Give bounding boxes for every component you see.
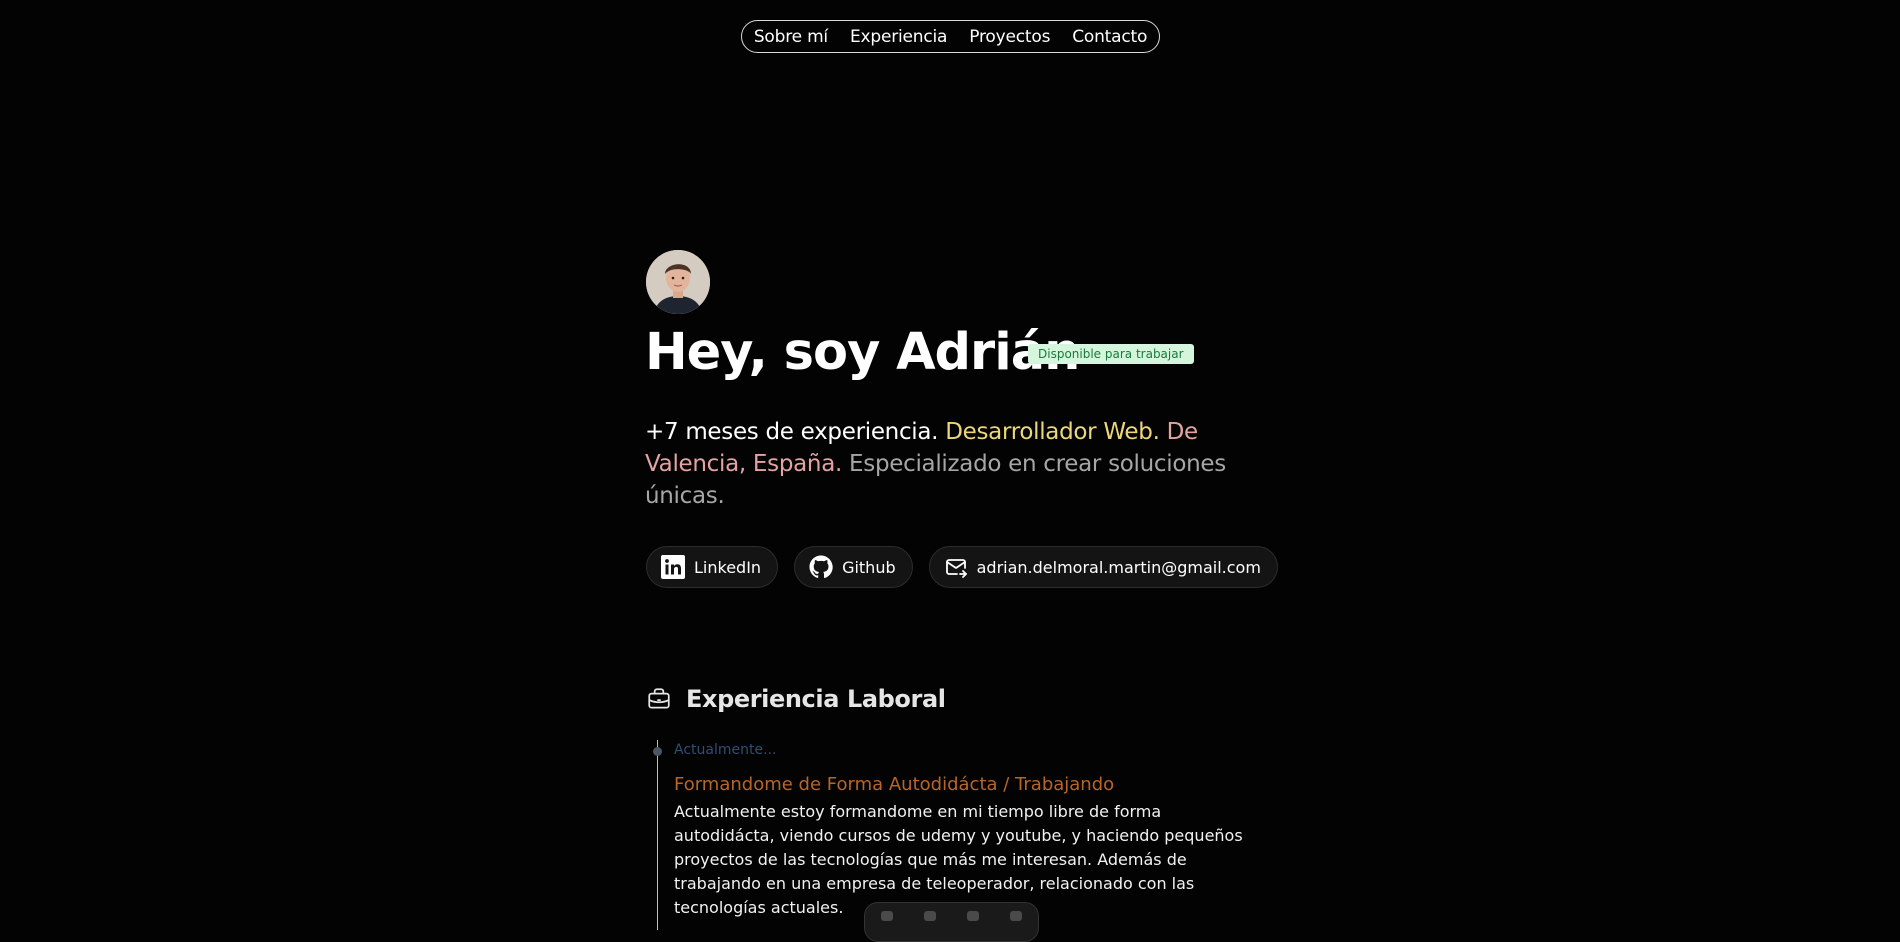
intro-role: Desarrollador Web bbox=[945, 419, 1153, 445]
nav-item-proyectos[interactable]: Proyectos bbox=[969, 27, 1050, 47]
floating-toolbar[interactable] bbox=[864, 902, 1039, 942]
timeline-role: Formandome de Forma Autodidácta / Trabaj… bbox=[674, 774, 1115, 795]
intro-experience: +7 meses de experiencia. bbox=[645, 419, 939, 445]
intro-location-dot: . bbox=[835, 451, 843, 477]
timeline-dot bbox=[653, 747, 662, 756]
social-links: LinkedIn Github adrian.delmoral.martin@g… bbox=[646, 546, 1278, 588]
avatar bbox=[646, 250, 710, 314]
nav-item-sobre-mi[interactable]: Sobre mí bbox=[754, 27, 828, 47]
intro-role-dot: . bbox=[1152, 419, 1160, 445]
toolbar-icon[interactable] bbox=[967, 911, 980, 921]
linkedin-label: LinkedIn bbox=[694, 557, 762, 577]
availability-badge: Disponible para trabajar bbox=[1028, 344, 1194, 364]
experience-title: Experiencia Laboral bbox=[686, 685, 946, 713]
nav-item-contacto[interactable]: Contacto bbox=[1072, 27, 1147, 47]
top-nav: Sobre mí Experiencia Proyectos Contacto bbox=[741, 20, 1160, 53]
linkedin-button[interactable]: LinkedIn bbox=[646, 546, 779, 588]
hero-title: Hey, soy Adrián bbox=[645, 323, 1080, 382]
linkedin-icon bbox=[661, 555, 685, 579]
toolbar-icon[interactable] bbox=[923, 911, 936, 921]
github-button[interactable]: Github bbox=[794, 546, 913, 588]
github-icon bbox=[809, 555, 833, 579]
nav-item-experiencia[interactable]: Experiencia bbox=[850, 27, 947, 47]
timeline-line bbox=[657, 740, 658, 930]
mail-icon bbox=[945, 559, 967, 578]
hero-intro: +7 meses de experiencia. Desarrollador W… bbox=[645, 416, 1245, 512]
github-label: Github bbox=[842, 557, 896, 577]
experience-header: Experiencia Laboral bbox=[646, 685, 946, 713]
email-button[interactable]: adrian.delmoral.martin@gmail.com bbox=[928, 546, 1278, 588]
briefcase-icon bbox=[648, 688, 670, 709]
timeline-date: Actualmente... bbox=[674, 742, 777, 758]
user-photo-icon bbox=[646, 250, 710, 314]
toolbar-icon[interactable] bbox=[1010, 911, 1023, 921]
email-label: adrian.delmoral.martin@gmail.com bbox=[976, 557, 1261, 577]
toolbar-icon[interactable] bbox=[880, 911, 893, 921]
